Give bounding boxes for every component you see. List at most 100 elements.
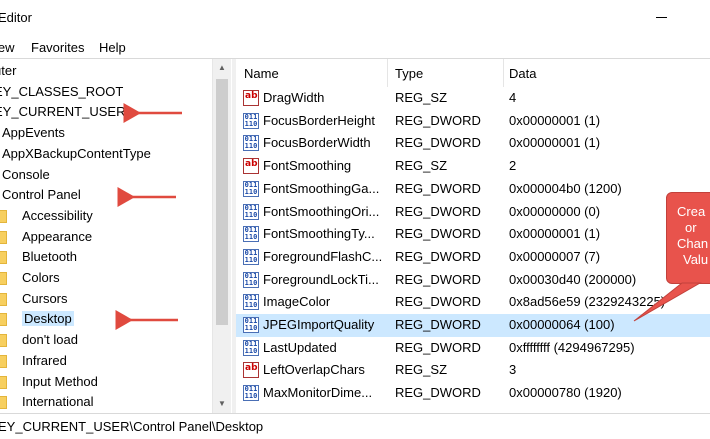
callout-line: or bbox=[685, 220, 697, 235]
tree-item-label: EY_CURRENT_USER bbox=[0, 104, 126, 120]
value-type: REG_DWORD bbox=[395, 385, 481, 401]
table-row[interactable]: ab FontSmoothing REG_SZ 2 bbox=[236, 155, 710, 178]
scroll-up-icon[interactable]: ▲ bbox=[213, 59, 231, 77]
value-type: REG_DWORD bbox=[395, 271, 481, 287]
column-type[interactable]: Type bbox=[395, 66, 423, 81]
value-type: REG_DWORD bbox=[395, 112, 481, 128]
table-row[interactable]: 011 110 ImageColor REG_DWORD 0x8ad56e59 (23… bbox=[236, 291, 710, 314]
value-type: REG_DWORD bbox=[395, 339, 481, 355]
value-type: REG_DWORD bbox=[395, 248, 481, 264]
column-name[interactable]: Name bbox=[244, 66, 279, 81]
tree-item[interactable]: AppXBackupContentType bbox=[0, 144, 212, 164]
minimize-icon[interactable] bbox=[656, 17, 667, 18]
tree-item[interactable]: EY_CURRENT_USER bbox=[0, 102, 212, 122]
icon-glyph: 011 110 bbox=[244, 135, 258, 151]
menu-view[interactable]: iew bbox=[0, 40, 15, 55]
value-data: 0x00000064 (100) bbox=[509, 317, 615, 332]
tree-item[interactable]: EY_CLASSES_ROOT bbox=[0, 82, 212, 102]
menu-favorites[interactable]: Favorites bbox=[31, 40, 84, 55]
column-separator[interactable] bbox=[387, 59, 388, 87]
tree-item[interactable]: Infrared bbox=[0, 351, 212, 371]
value-type: REG_SZ bbox=[395, 90, 448, 105]
annotation-callout: Crea or Chan Valu bbox=[666, 192, 710, 284]
table-row[interactable]: 011 110 FontSmoothingGa... REG_DWORD 0x0000… bbox=[236, 178, 710, 201]
value-name: DragWidth bbox=[263, 90, 325, 105]
value-name: FocusBorderWidth bbox=[263, 135, 371, 151]
tree-item[interactable]: Control Panel bbox=[0, 185, 212, 205]
table-row[interactable]: 011 110 MaxMonitorDime... REG_DWORD 0x00000… bbox=[236, 382, 710, 405]
value-type: REG_DWORD bbox=[395, 226, 481, 242]
table-row[interactable]: 011 110 FocusBorderWidth REG_DWORD 0x000000… bbox=[236, 132, 710, 155]
tree-item-label: Cursors bbox=[22, 290, 68, 306]
tree-item-label: Input Method bbox=[22, 373, 98, 389]
menu-bar: iew Favorites Help bbox=[0, 36, 710, 58]
dword-value-icon: 011 110 bbox=[243, 385, 259, 402]
dword-value-icon: 011 110 bbox=[243, 248, 259, 265]
value-name: ForegroundFlashC... bbox=[263, 248, 383, 264]
tree-item[interactable]: Colors bbox=[0, 268, 212, 288]
tree-item[interactable]: Appearance bbox=[0, 227, 212, 247]
value-data: 3 bbox=[509, 362, 517, 378]
scroll-down-icon[interactable]: ▼ bbox=[213, 395, 231, 413]
status-bar: EY_CURRENT_USER\Control Panel\Desktop bbox=[0, 413, 710, 439]
tree-item[interactable]: Bluetooth bbox=[0, 247, 212, 267]
tree-item[interactable]: International bbox=[0, 392, 212, 412]
tree-item-label: Appearance bbox=[22, 228, 93, 244]
tree-item[interactable]: Cursors bbox=[0, 289, 212, 309]
tree-item-label: Control Panel bbox=[2, 187, 81, 203]
table-row[interactable]: 011 110 ForegroundFlashC... REG_DWORD 0x000… bbox=[236, 246, 710, 269]
string-value-icon: ab bbox=[243, 158, 259, 175]
value-name: LastUpdated bbox=[263, 339, 337, 355]
icon-glyph: 011 110 bbox=[244, 248, 258, 264]
tree-item[interactable]: don't load bbox=[0, 330, 212, 350]
table-row[interactable]: 011 110 FontSmoothingOri... REG_DWORD 0x000… bbox=[236, 201, 710, 224]
table-row[interactable]: 011 110 JPEGImportQuality REG_DWORD 0x00000… bbox=[236, 314, 710, 337]
folder-icon bbox=[0, 354, 7, 368]
folder-icon bbox=[0, 396, 7, 410]
callout-line: Chan bbox=[677, 236, 709, 251]
column-separator[interactable] bbox=[503, 59, 504, 87]
value-name: FocusBorderHeight bbox=[263, 112, 375, 128]
folder-icon bbox=[0, 251, 7, 265]
value-type: REG_DWORD bbox=[395, 203, 481, 219]
column-data[interactable]: Data bbox=[509, 66, 536, 81]
scroll-thumb[interactable] bbox=[216, 79, 228, 325]
table-row[interactable]: 011 110 FocusBorderHeight REG_DWORD 0x00000… bbox=[236, 110, 710, 133]
callout-line: Valu bbox=[683, 252, 709, 267]
table-row[interactable]: 011 110 FontSmoothingTy... REG_DWORD 0x0000… bbox=[236, 223, 710, 246]
value-name: FontSmoothingTy... bbox=[263, 226, 375, 242]
value-data: 0x00000001 (1) bbox=[509, 112, 601, 128]
string-value-icon: ab bbox=[243, 90, 259, 106]
value-data: 0x8ad56e59 (2329243225) bbox=[509, 294, 666, 310]
menu-help[interactable]: Help bbox=[99, 40, 126, 55]
tree-item[interactable]: Console bbox=[0, 165, 212, 185]
dword-value-icon: 011 110 bbox=[243, 180, 259, 197]
icon-glyph: ab bbox=[245, 363, 258, 374]
value-type: REG_DWORD bbox=[395, 317, 481, 332]
tree-item[interactable]: Accessibility bbox=[0, 206, 212, 226]
tree-scrollbar[interactable]: ▲ ▼ bbox=[212, 59, 231, 413]
value-type: REG_SZ bbox=[395, 362, 448, 378]
table-row[interactable]: ab LeftOverlapChars REG_SZ 3 bbox=[236, 359, 710, 382]
table-row[interactable]: ab DragWidth REG_SZ 4 bbox=[236, 87, 710, 110]
tree-item[interactable]: Desktop bbox=[0, 309, 212, 329]
tree-item[interactable]: AppEvents bbox=[0, 123, 212, 143]
list-header: Name Type Data bbox=[236, 59, 710, 87]
icon-glyph: 011 110 bbox=[244, 180, 258, 196]
table-row[interactable]: 011 110 LastUpdated REG_DWORD 0xffffffff (4… bbox=[236, 337, 710, 360]
value-data: 0xffffffff (4294967295) bbox=[509, 339, 635, 355]
value-name: MaxMonitorDime... bbox=[263, 385, 373, 401]
registry-tree[interactable]: uter EY_CLASSES_ROOT EY_CURRENT_USER AppEve… bbox=[0, 59, 232, 413]
folder-icon bbox=[0, 313, 7, 327]
value-name: ForegroundLockTi... bbox=[263, 271, 379, 287]
status-path: EY_CURRENT_USER\Control Panel\Desktop bbox=[0, 419, 264, 434]
value-name: FontSmoothingGa... bbox=[263, 180, 380, 196]
tree-item[interactable]: Input Method bbox=[0, 372, 212, 392]
folder-icon bbox=[0, 209, 7, 223]
table-row[interactable]: 011 110 ForegroundLockTi... REG_DWORD 0x000… bbox=[236, 269, 710, 292]
tree-item-label: Bluetooth bbox=[22, 249, 77, 265]
tree-item-label: Infrared bbox=[22, 352, 67, 368]
icon-glyph: 011 110 bbox=[244, 271, 258, 287]
tree-item[interactable]: uter bbox=[0, 61, 212, 81]
callout-line: Crea bbox=[677, 204, 706, 219]
